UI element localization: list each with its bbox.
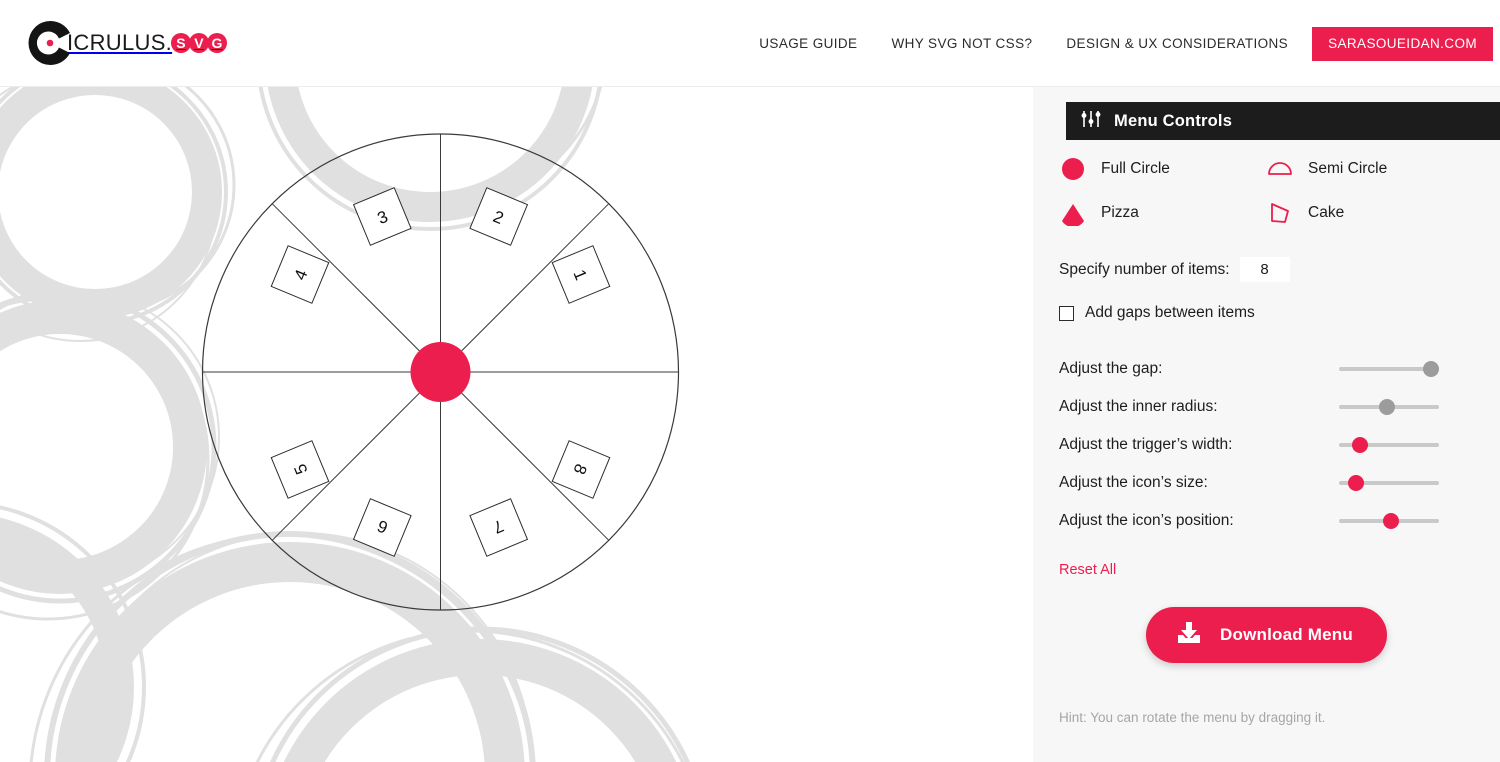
- download-menu-label: Download Menu: [1220, 625, 1353, 644]
- logo-text: ICRULUS. S V G: [67, 30, 228, 56]
- nav-why-svg-not-css[interactable]: WHY SVG NOT CSS?: [874, 27, 1049, 61]
- menu-center-trigger[interactable]: [410, 342, 471, 402]
- menu-controls-panel: Menu Controls Full Circle Semi Circle Pi…: [1033, 87, 1500, 762]
- slider-inner-radius[interactable]: [1339, 397, 1439, 417]
- shape-option-label: Cake: [1308, 204, 1345, 221]
- slider-row-gap: Adjust the gap:: [1059, 350, 1500, 388]
- slider-icon-size[interactable]: [1339, 473, 1439, 493]
- nav-usage-guide[interactable]: USAGE GUIDE: [742, 27, 874, 61]
- slider-trigger-width[interactable]: [1339, 435, 1439, 455]
- logo-badge-g: G: [207, 33, 228, 53]
- site-header: ICRULUS. S V G USAGE GUIDE WHY SVG NOT C…: [0, 0, 1500, 87]
- menu-item[interactable]: 2: [469, 187, 529, 246]
- panel-title: Menu Controls: [1114, 111, 1233, 130]
- items-count-label: Specify number of items:: [1059, 260, 1230, 278]
- add-gaps-checkbox[interactable]: [1059, 305, 1074, 321]
- download-menu-button[interactable]: Download Menu: [1146, 607, 1387, 663]
- menu-item[interactable]: 4: [270, 245, 330, 304]
- slider-label: Adjust the icon’s position:: [1059, 512, 1234, 529]
- slider-group: Adjust the gap: Adjust the inner radius:…: [1059, 350, 1500, 540]
- logo-badge-s: S: [171, 33, 192, 53]
- slider-thumb[interactable]: [1423, 361, 1439, 377]
- items-count-input[interactable]: [1239, 257, 1290, 282]
- cake-icon: [1266, 199, 1294, 227]
- logo-name: ICRULUS.: [67, 30, 173, 55]
- download-icon: [1174, 619, 1204, 652]
- slider-row-trigger-width: Adjust the trigger’s width:: [1059, 426, 1500, 464]
- slider-thumb[interactable]: [1348, 475, 1364, 491]
- site-logo[interactable]: ICRULUS. S V G: [25, 19, 228, 67]
- logo-badge-v: V: [189, 33, 210, 53]
- full-circle-icon: [1059, 155, 1087, 183]
- slider-icon-position[interactable]: [1339, 511, 1439, 531]
- menu-item[interactable]: 8: [551, 440, 611, 499]
- rotate-hint: Hint: You can rotate the menu by draggin…: [1059, 710, 1326, 725]
- reset-all-link[interactable]: Reset All: [1059, 562, 1116, 578]
- main-nav: USAGE GUIDE WHY SVG NOT CSS? DESIGN & UX…: [742, 27, 1500, 61]
- page-root: ICRULUS. S V G USAGE GUIDE WHY SVG NOT C…: [0, 0, 1500, 762]
- slider-gap[interactable]: [1339, 359, 1439, 379]
- shape-option-label: Semi Circle: [1308, 160, 1388, 177]
- semi-circle-icon: [1266, 155, 1294, 183]
- slider-thumb[interactable]: [1383, 513, 1399, 529]
- menu-item[interactable]: 5: [270, 440, 330, 499]
- nav-sarasoueidan-cta[interactable]: SARASOUEIDAN.COM: [1312, 27, 1493, 61]
- shape-option-semi-circle[interactable]: Semi Circle: [1266, 155, 1500, 183]
- pizza-icon: [1059, 199, 1087, 227]
- slider-row-icon-size: Adjust the icon’s size:: [1059, 464, 1500, 502]
- shape-options: Full Circle Semi Circle Pizza Cake: [1059, 155, 1500, 227]
- menu-item[interactable]: 1: [551, 245, 611, 304]
- items-count-row: Specify number of items:: [1059, 257, 1500, 282]
- menu-item[interactable]: 7: [469, 498, 529, 557]
- panel-header: Menu Controls: [1066, 102, 1500, 140]
- slider-label: Adjust the icon’s size:: [1059, 474, 1208, 491]
- shape-option-pizza[interactable]: Pizza: [1059, 199, 1266, 227]
- circular-menu[interactable]: 1 2 3 4 5 6 7 8: [0, 87, 1033, 762]
- slider-label: Adjust the inner radius:: [1059, 398, 1218, 415]
- add-gaps-label: Add gaps between items: [1085, 304, 1255, 321]
- slider-row-icon-position: Adjust the icon’s position:: [1059, 502, 1500, 540]
- menu-preview-stage[interactable]: 1 2 3 4 5 6 7 8: [0, 87, 1033, 762]
- shape-option-full-circle[interactable]: Full Circle: [1059, 155, 1266, 183]
- logo-svg-badges: S V G: [171, 33, 228, 53]
- menu-item[interactable]: 3: [352, 187, 412, 246]
- slider-row-inner-radius: Adjust the inner radius:: [1059, 388, 1500, 426]
- sliders-icon: [1080, 109, 1102, 134]
- slider-thumb[interactable]: [1352, 437, 1368, 453]
- slider-thumb[interactable]: [1379, 399, 1395, 415]
- shape-option-label: Full Circle: [1101, 160, 1170, 177]
- nav-design-ux[interactable]: DESIGN & UX CONSIDERATIONS: [1049, 27, 1305, 61]
- shape-option-cake[interactable]: Cake: [1266, 199, 1500, 227]
- add-gaps-row[interactable]: Add gaps between items: [1059, 304, 1500, 322]
- slider-label: Adjust the gap:: [1059, 360, 1163, 377]
- download-button-wrap: Download Menu: [1059, 607, 1500, 663]
- slider-label: Adjust the trigger’s width:: [1059, 436, 1233, 453]
- logo-c-icon: [25, 19, 75, 67]
- menu-item[interactable]: 6: [352, 498, 412, 557]
- shape-option-label: Pizza: [1101, 204, 1139, 221]
- panel-body: Full Circle Semi Circle Pizza Cake Speci…: [1059, 155, 1500, 725]
